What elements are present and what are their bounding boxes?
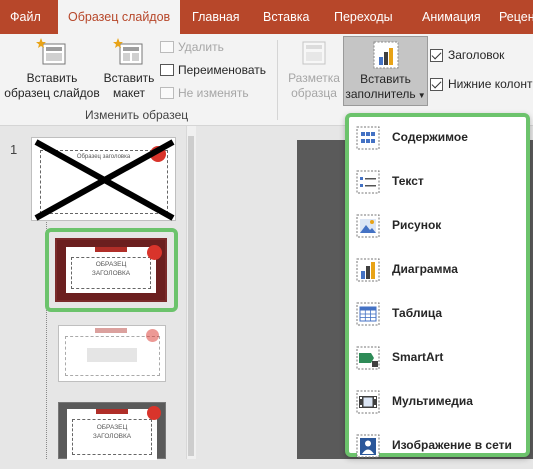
insert-layout-label-2: макет (112, 86, 146, 100)
slide-master-thumbnail[interactable]: Образец заголовка (31, 137, 176, 221)
menu-label-text: Текст (392, 174, 424, 188)
online-picture-icon (356, 434, 380, 458)
table-icon (356, 302, 380, 326)
menu-item-text[interactable]: Текст (349, 161, 526, 205)
tab-review[interactable]: Реценз (499, 0, 533, 34)
delete-icon (160, 41, 174, 53)
layout-thumbnail-selected[interactable]: ОБРАЗЕЦ ЗАГОЛОВКА (55, 238, 167, 302)
menu-item-table[interactable]: Таблица (349, 293, 526, 337)
layout-selected-red-bar (95, 247, 127, 252)
insert-master-label-1: Вставить (26, 71, 78, 85)
footers-checkbox[interactable] (430, 78, 443, 91)
menu-label-online-picture: Изображение в сети (392, 438, 512, 452)
insert-placeholder-label-2-wrap: заполнитель ▼ (344, 87, 427, 103)
menu-item-chart[interactable]: Диаграмма (349, 249, 526, 293)
menu-item-online-picture[interactable]: Изображение в сети (349, 425, 526, 469)
chart-icon (356, 258, 380, 282)
ribbon-tab-bar: Файл Образец слайдов Главная Вставка Пер… (0, 0, 533, 34)
delete-label: Удалить (178, 40, 224, 54)
chevron-down-icon: ▼ (417, 91, 426, 100)
layout-2-red-bar (95, 328, 127, 333)
content-icon (356, 126, 380, 150)
layout-2-faded-title (87, 348, 137, 362)
insert-layout-label-1: Вставить (103, 71, 155, 85)
layout-3-title-1: ОБРАЗЕЦ (96, 424, 128, 431)
master-layout-label-1: Разметка (288, 71, 340, 85)
menu-item-content[interactable]: Содержимое (349, 117, 526, 161)
menu-label-picture: Рисунок (392, 218, 442, 232)
layout-selected-title-2: ЗАГОЛОВКА (91, 270, 131, 277)
delete-button[interactable]: Удалить (160, 38, 224, 56)
insert-placeholder-label-2: заполнитель (345, 87, 416, 101)
insert-layout-button[interactable]: Вставить макет (103, 38, 155, 106)
menu-item-smartart[interactable]: SmartArt (349, 337, 526, 381)
tab-transitions[interactable]: Переходы (334, 0, 393, 34)
title-checkbox-label: Заголовок (448, 48, 505, 62)
layout-3-inner: ОБРАЗЕЦ ЗАГОЛОВКА (67, 409, 157, 460)
insert-layout-icon (113, 38, 143, 65)
rename-label: Переименовать (178, 63, 266, 77)
insert-master-icon (36, 38, 66, 65)
group-separator (277, 40, 278, 120)
scrollbar-thumb[interactable] (188, 136, 194, 456)
title-checkbox[interactable] (430, 49, 443, 62)
text-icon (356, 170, 380, 194)
media-icon (356, 390, 380, 414)
insert-placeholder-label-1: Вставить (360, 72, 411, 86)
insert-placeholder-icon (373, 41, 398, 69)
picture-icon (356, 214, 380, 238)
rename-button[interactable]: Переименовать (160, 61, 266, 79)
tab-home[interactable]: Главная (192, 0, 240, 34)
menu-item-picture[interactable]: Рисунок (349, 205, 526, 249)
menu-label-table: Таблица (392, 306, 443, 320)
preserve-label: Не изменять (178, 86, 249, 100)
layout-selected-inner: ОБРАЗЕЦ ЗАГОЛОВКА (66, 247, 156, 293)
master-layout-label-2: образца (291, 86, 337, 100)
menu-label-media: Мультимедиа (392, 394, 473, 408)
tab-insert[interactable]: Вставка (263, 0, 309, 34)
insert-placeholder-button[interactable]: Вставить заполнитель ▼ (343, 36, 428, 106)
insert-placeholder-menu: Содержимое Текст Рисунок Диаграмма Табли… (345, 113, 530, 458)
insert-slide-master-button[interactable]: Вставить образец слайдов (2, 38, 102, 106)
layout-selected-title-1: ОБРАЗЕЦ (95, 261, 127, 268)
layout-selected-red-dot (147, 245, 162, 260)
group-label-edit-master: Изменить образец (85, 108, 189, 122)
menu-label-smartart: SmartArt (392, 350, 444, 364)
insert-master-label-2: образец слайдов (4, 86, 100, 100)
layout-3-red-dot (147, 406, 161, 420)
menu-item-media[interactable]: Мультимедиа (349, 381, 526, 425)
layout-3-red-bar (96, 409, 128, 414)
master-layout-icon (302, 41, 326, 65)
master-layout-button[interactable]: Разметка образца (283, 38, 345, 106)
layout-3-title-2: ЗАГОЛОВКА (92, 433, 132, 440)
slide-number: 1 (10, 142, 18, 157)
layout-thumbnail-2[interactable] (58, 325, 166, 382)
tab-slide-master[interactable]: Образец слайдов (58, 0, 181, 34)
smartart-icon (356, 346, 380, 370)
preserve-icon (160, 87, 174, 99)
preserve-button[interactable]: Не изменять (160, 84, 249, 102)
layout-2-red-dot (146, 329, 159, 342)
tab-file[interactable]: Файл (10, 0, 41, 34)
menu-label-chart: Диаграмма (392, 262, 458, 276)
menu-label-content: Содержимое (392, 130, 468, 144)
layout-thumbnail-3[interactable]: ОБРАЗЕЦ ЗАГОЛОВКА (58, 402, 166, 460)
cross-mark (34, 139, 175, 221)
rename-icon (160, 64, 174, 76)
footers-checkbox-label: Нижние колонт (448, 77, 533, 91)
tab-animations[interactable]: Анимация (422, 0, 481, 34)
